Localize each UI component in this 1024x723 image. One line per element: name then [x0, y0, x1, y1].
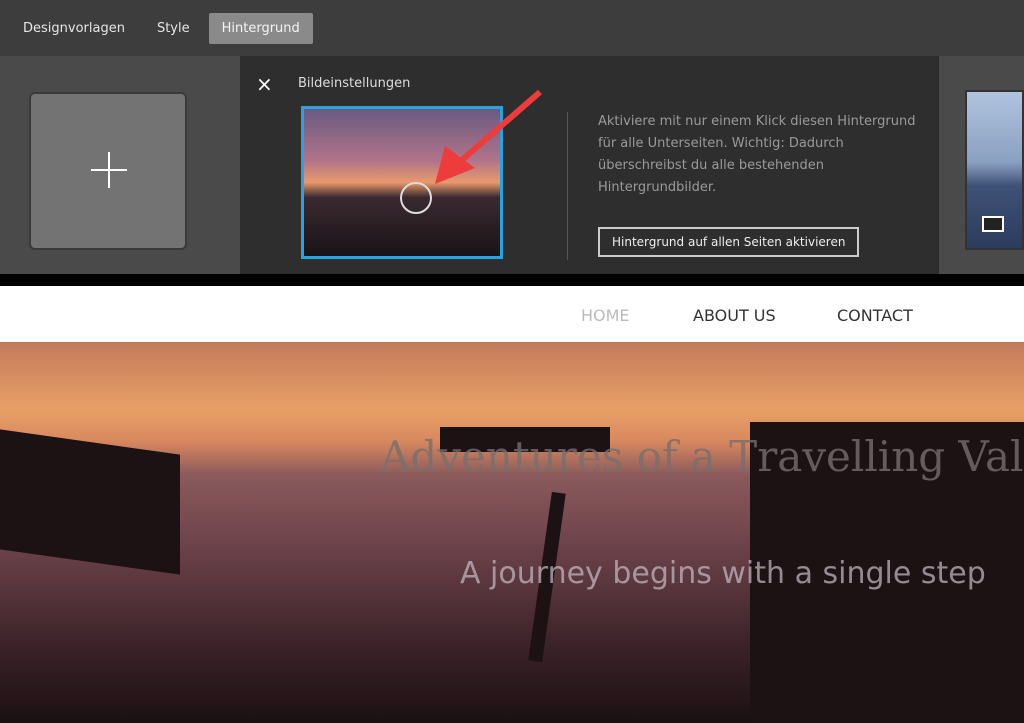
panel-title: Bildeinstellungen: [298, 76, 411, 91]
focus-point-handle[interactable]: [400, 182, 432, 214]
nav-home[interactable]: HOME: [581, 306, 630, 325]
nav-contact[interactable]: CONTACT: [837, 306, 913, 325]
tab-hintergrund[interactable]: Hintergrund: [208, 12, 313, 44]
apply-all-pages-button[interactable]: Hintergrund auf allen Seiten aktivieren: [598, 227, 860, 257]
tab-designvorlagen[interactable]: Designvorlagen: [10, 13, 138, 44]
site-nav: HOME ABOUT US CONTACT: [0, 286, 1024, 342]
close-icon[interactable]: ×: [256, 72, 273, 96]
hero-title: Adventures of a Travelling Valk: [380, 432, 1024, 481]
tab-style[interactable]: Style: [144, 13, 203, 44]
left-column: [0, 56, 240, 274]
add-image-button[interactable]: [29, 92, 187, 250]
image-icon: [982, 216, 1004, 232]
background-panel: × Bildeinstellungen Aktiviere mit nur ei…: [0, 56, 1024, 274]
nav-about-us[interactable]: ABOUT US: [693, 306, 776, 325]
boat-silhouette: [0, 429, 180, 575]
top-tab-bar: Designvorlagen Style Hintergrund: [0, 0, 1024, 56]
panel-description: Aktiviere mit nur einem Klick diesen Hin…: [598, 114, 916, 195]
divider: [567, 112, 568, 260]
hero-background: Adventures of a Travelling Valk A journe…: [0, 342, 1024, 723]
red-arrow-annotation: [435, 89, 542, 184]
hero-subtitle: A journey begins with a single step: [460, 556, 986, 591]
